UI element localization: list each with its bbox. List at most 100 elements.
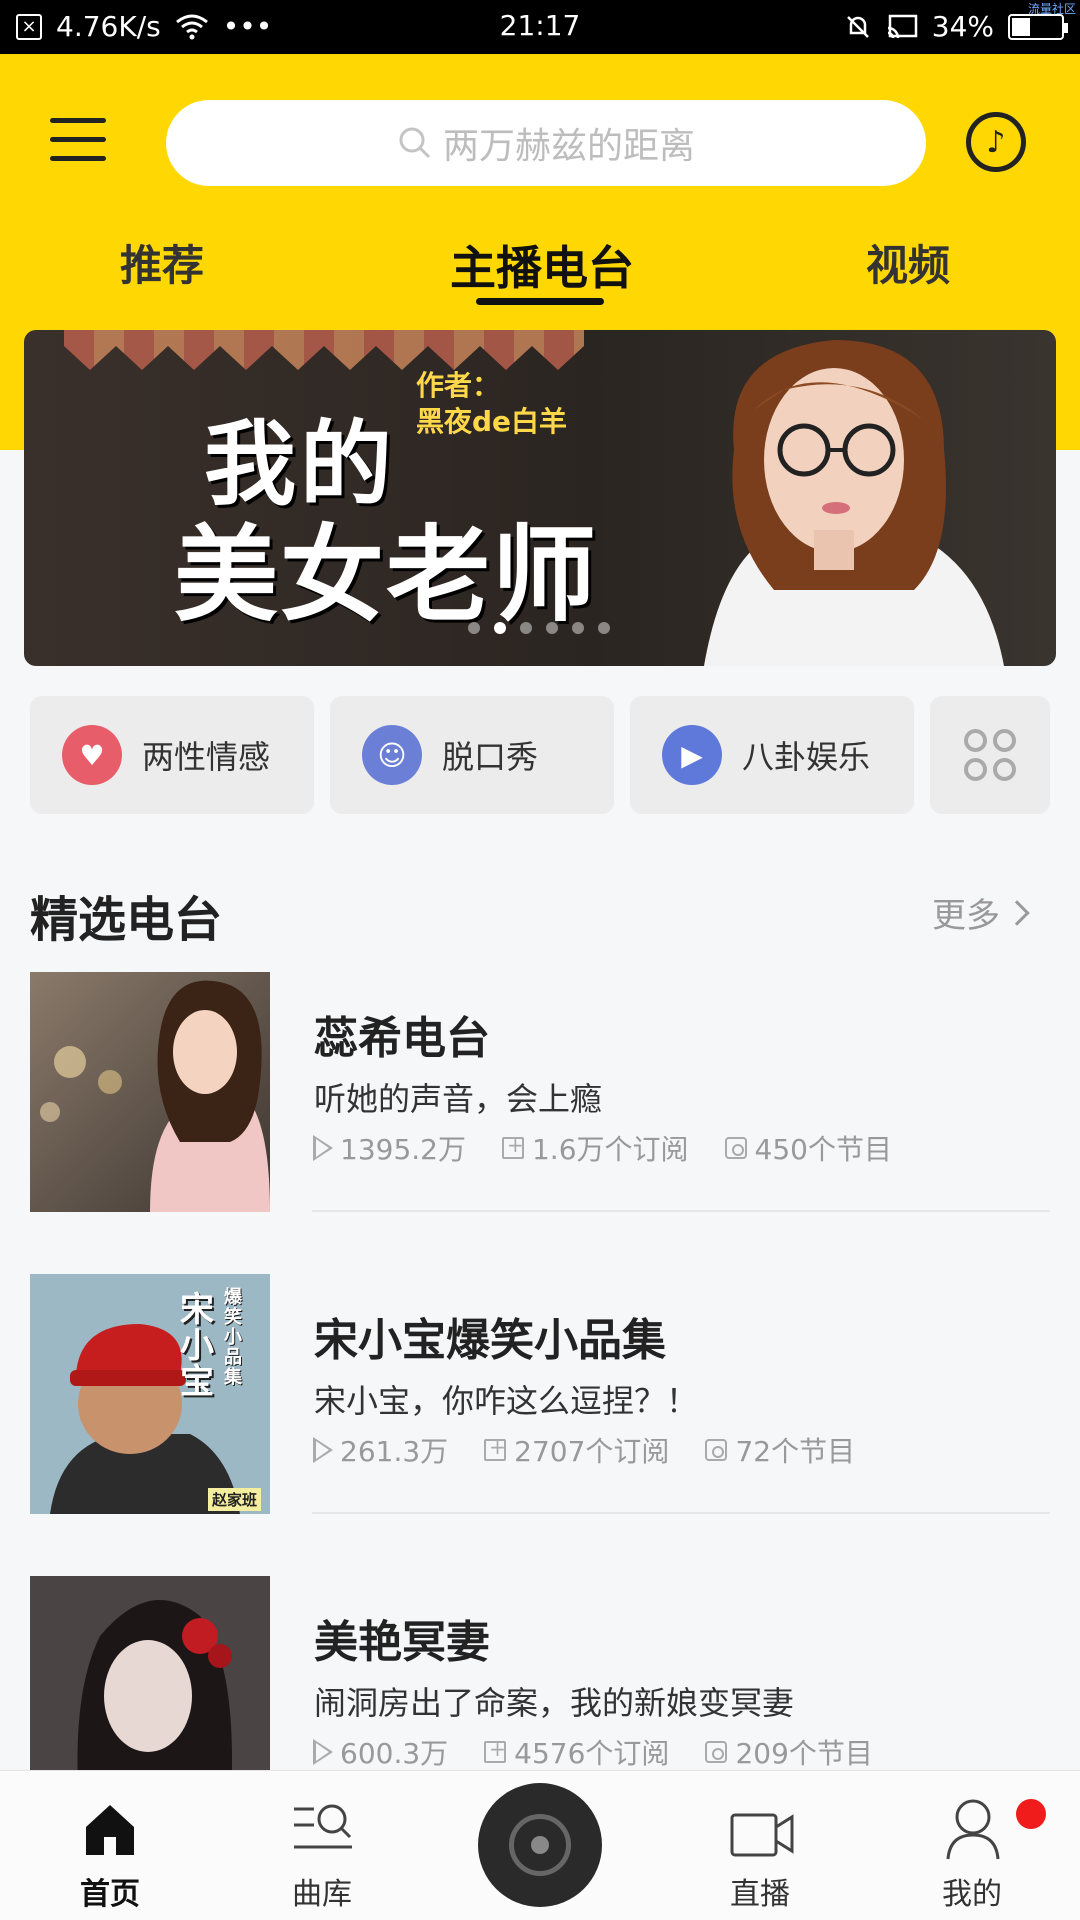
subscribe-icon: [501, 1133, 524, 1159]
search-input[interactable]: 两万赫兹的距离: [166, 100, 926, 186]
thumbnail-subtitle: 爆笑小品集: [224, 1287, 242, 1388]
thumbnail-image: [30, 972, 270, 1212]
thumbnail-title: 宋小宝: [180, 1290, 214, 1402]
menu-icon[interactable]: [50, 118, 106, 166]
list-item[interactable]: 宋小宝 爆笑小品集 赵家班 宋小宝爆笑小品集 宋小宝，你咋这么逗捏？！ 261.…: [0, 1274, 1080, 1576]
nav-label: 首页: [80, 1877, 140, 1912]
pager-dot[interactable]: [572, 622, 584, 634]
play-count: 261.3万: [313, 1430, 449, 1470]
subscription-value: 4576个订阅: [514, 1737, 670, 1770]
play-count-icon: [313, 1739, 333, 1765]
radio-description: 闹洞房出了命案，我的新娘变冥妻: [314, 1684, 795, 1722]
search-icon: [399, 127, 431, 159]
home-icon: [86, 1805, 134, 1855]
library-icon: [294, 1804, 352, 1849]
episode-count: 72个节目: [705, 1430, 855, 1470]
radio-name: 美艳冥妻: [314, 1617, 490, 1668]
person-icon: [946, 1799, 1000, 1860]
category-row: ♥ 两性情感 ☺ 脱口秀 ▶ 八卦娱乐: [30, 696, 1050, 814]
section-title: 精选电台: [30, 892, 223, 948]
episode-value: 450个节目: [754, 1133, 892, 1166]
banner-author-label: 作者：: [416, 369, 501, 402]
tab-anchor-radio[interactable]: 主播电台: [450, 232, 634, 298]
nav-home[interactable]: 首页: [40, 1771, 180, 1920]
tab-video[interactable]: 视频: [866, 232, 950, 293]
divider: [312, 1512, 1050, 1514]
nav-library[interactable]: 曲库: [252, 1771, 392, 1920]
play-count-value: 1395.2万: [340, 1133, 466, 1166]
radio-stats: 261.3万 2707个订阅 72个节目: [313, 1430, 855, 1470]
disc-player-icon[interactable]: [478, 1783, 602, 1907]
disc-hub: [531, 1836, 549, 1854]
banner-author-name: 黑夜de白羊: [416, 405, 568, 438]
pager-dot-active[interactable]: [494, 622, 506, 634]
disc-ring: [509, 1814, 571, 1876]
subscription-count: 2707个订阅: [484, 1430, 669, 1470]
corner-label: 流量社区: [1027, 2, 1076, 16]
subscribe-icon: [484, 1435, 507, 1461]
nav-live[interactable]: 直播: [690, 1771, 830, 1920]
search-placeholder: 两万赫兹的距离: [442, 126, 695, 167]
radio-description: 宋小宝，你咋这么逗捏？！: [314, 1382, 699, 1420]
nav-label: 直播: [730, 1877, 790, 1912]
category-talk-show[interactable]: ☺ 脱口秀: [330, 696, 614, 814]
radio-thumbnail: 宋小宝 爆笑小品集 赵家班: [30, 1274, 270, 1514]
category-relationships[interactable]: ♥ 两性情感: [30, 696, 314, 814]
category-more[interactable]: [930, 696, 1050, 814]
episodes-icon: [724, 1137, 747, 1159]
smile-icon: ☺: [362, 725, 422, 785]
thumbnail-tag: 赵家班: [208, 1488, 262, 1511]
radio-name: 宋小宝爆笑小品集: [314, 1315, 666, 1366]
episode-count: 450个节目: [724, 1128, 892, 1168]
banner-pager: [468, 622, 610, 634]
subscription-value: 1.6万个订阅: [531, 1133, 689, 1166]
battery-percent: 34%: [931, 10, 994, 43]
subscription-count: 4576个订阅: [484, 1732, 669, 1772]
play-count-icon: [313, 1135, 333, 1161]
subscribe-icon: [484, 1737, 507, 1763]
category-label: 脱口秀: [442, 738, 539, 776]
episodes-icon: [705, 1439, 728, 1461]
heart-icon: ♥: [62, 725, 122, 785]
pager-dot[interactable]: [598, 622, 610, 634]
subscription-value: 2707个订阅: [514, 1435, 670, 1468]
bunting-decoration: [64, 330, 584, 370]
episodes-icon: [705, 1741, 728, 1763]
status-bar: × 4.76K/s ••• 21:17 34% 流量社区: [0, 0, 1080, 54]
pager-dot[interactable]: [546, 622, 558, 634]
category-label: 两性情感: [142, 738, 271, 776]
more-link[interactable]: 更多: [932, 888, 1030, 937]
play-count-value: 261.3万: [340, 1435, 449, 1468]
pager-dot[interactable]: [468, 622, 480, 634]
play-count: 600.3万: [313, 1732, 449, 1772]
episode-value: 72个节目: [735, 1435, 856, 1468]
bottom-nav: 首页 曲库 直播 我的: [0, 1770, 1080, 1920]
grid-icon: [964, 729, 1016, 781]
banner-title-line2: 美女老师: [174, 514, 599, 636]
play-count-icon: [313, 1437, 333, 1463]
tab-recommend[interactable]: 推荐: [120, 232, 204, 293]
play-count: 1395.2万: [313, 1128, 466, 1168]
music-note-icon[interactable]: ♪: [966, 112, 1026, 172]
radio-name: 蕊希电台: [314, 1013, 490, 1064]
category-entertainment[interactable]: ▶ 八卦娱乐: [630, 696, 914, 814]
nav-label: 我的: [942, 1877, 1002, 1912]
bell-muted-icon: [846, 15, 869, 38]
pager-dot[interactable]: [520, 622, 532, 634]
battery-icon: [1008, 13, 1068, 40]
promo-banner[interactable]: 我的 美女老师 作者： 黑夜de白羊: [24, 330, 1056, 666]
episode-value: 209个节目: [735, 1737, 873, 1770]
nav-me[interactable]: 我的: [902, 1771, 1046, 1920]
radio-thumbnail: [30, 972, 270, 1212]
radio-description: 听她的声音，会上瘾: [314, 1080, 603, 1118]
play-icon: ▶: [662, 725, 722, 785]
chevron-right-icon: [1004, 899, 1030, 926]
play-count-value: 600.3万: [340, 1737, 449, 1770]
video-camera-icon: [730, 1813, 794, 1857]
more-label: 更多: [932, 896, 1000, 936]
list-item[interactable]: 蕊希电台 听她的声音，会上瘾 1395.2万 1.6万个订阅 450个节目: [0, 972, 1080, 1274]
radio-stats: 600.3万 4576个订阅 209个节目: [313, 1732, 873, 1772]
radio-stats: 1395.2万 1.6万个订阅 450个节目: [313, 1128, 892, 1168]
divider: [312, 1210, 1050, 1212]
tab-indicator: [476, 298, 604, 305]
